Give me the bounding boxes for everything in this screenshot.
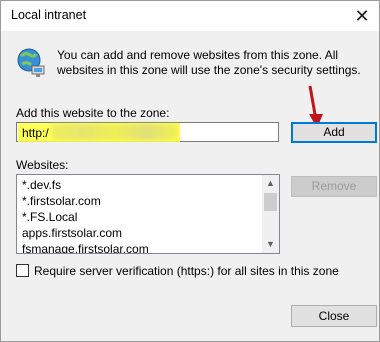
list-item[interactable]: *.FS.Local <box>22 210 77 224</box>
add-button[interactable]: Add <box>291 122 377 143</box>
globe-network-icon <box>17 48 45 77</box>
redacted-url-blur <box>52 124 178 140</box>
websites-label: Websites: <box>16 158 69 172</box>
website-url-value: http:/ <box>22 126 49 140</box>
close-button[interactable]: Close <box>291 305 377 327</box>
websites-list[interactable]: *.dev.fs *.firstsolar.com *.FS.Local app… <box>16 174 280 254</box>
title-bar: Local intranet ✕ <box>1 1 379 31</box>
intro-text: You can add and remove websites from thi… <box>57 48 361 77</box>
require-verification-checkbox[interactable] <box>16 264 29 277</box>
close-icon[interactable]: ✕ <box>349 3 375 29</box>
list-item[interactable]: fsmanage.firstsolar.com <box>22 242 149 253</box>
list-item[interactable]: *.firstsolar.com <box>22 194 101 208</box>
scroll-down-icon[interactable]: ▼ <box>262 236 279 253</box>
scroll-up-icon[interactable]: ▲ <box>262 175 279 192</box>
list-item[interactable]: apps.firstsolar.com <box>22 226 122 240</box>
scroll-thumb[interactable] <box>264 193 277 211</box>
websites-scrollbar[interactable]: ▲ ▼ <box>262 175 279 253</box>
remove-button[interactable]: Remove <box>291 176 377 197</box>
dialog-title: Local intranet <box>11 8 87 22</box>
add-website-label: Add this website to the zone: <box>16 106 170 120</box>
list-item[interactable]: *.dev.fs <box>22 178 61 192</box>
require-verification-label: Require server verification (https:) for… <box>34 264 339 278</box>
